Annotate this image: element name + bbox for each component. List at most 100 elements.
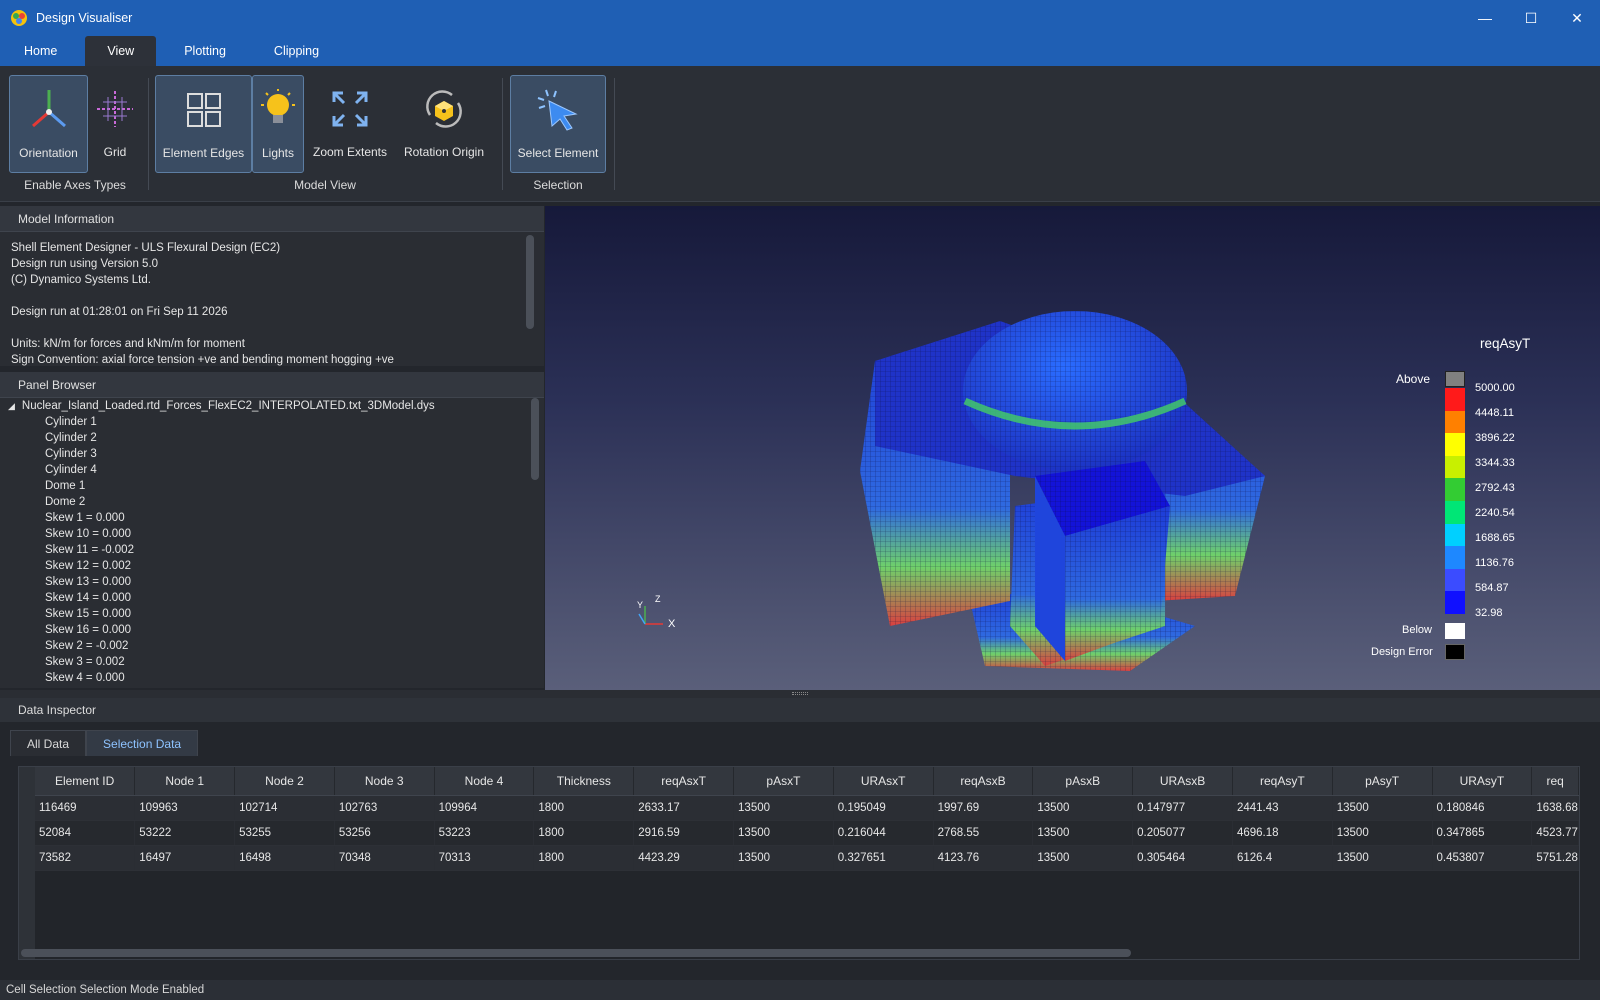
table-cell[interactable]: 116469: [35, 795, 136, 821]
tree-root-item[interactable]: ◢ Nuclear_Island_Loaded.rtd_Forces_FlexEC…: [0, 398, 544, 414]
table-cell[interactable]: 6126.4: [1232, 845, 1333, 871]
tree-item[interactable]: Skew 2 = -0.002: [0, 638, 544, 654]
table-cell[interactable]: 0.327651: [833, 845, 934, 871]
table-cell[interactable]: 1997.69: [933, 795, 1034, 821]
table-row[interactable]: 116469 109963 102714 102763 109964 1800 2633.1…: [35, 795, 1579, 821]
table-cell[interactable]: 109964: [434, 795, 535, 821]
tree-item[interactable]: Skew 12 = 0.002: [0, 558, 544, 574]
table-cell[interactable]: 70348: [334, 845, 435, 871]
lights-button[interactable]: Lights: [252, 75, 304, 173]
tree-item[interactable]: Dome 1: [0, 478, 544, 494]
table-cell[interactable]: 16497: [134, 845, 236, 871]
table-cell[interactable]: 70313: [434, 845, 535, 871]
data-grid[interactable]: Element ID Node 1 Node 2 Node 3 Node 4 Thickn…: [18, 766, 1580, 960]
tree-item[interactable]: Cylinder 4: [0, 462, 544, 478]
tree-item[interactable]: Skew 11 = -0.002: [0, 542, 544, 558]
column-header[interactable]: Node 2: [234, 767, 335, 796]
column-header[interactable]: URAsxT: [833, 767, 934, 796]
table-cell[interactable]: 4696.18: [1232, 820, 1333, 846]
column-header[interactable]: Node 3: [334, 767, 435, 796]
tab-selection-data[interactable]: Selection Data: [86, 730, 199, 756]
table-cell[interactable]: 1800: [533, 820, 635, 846]
tree-item[interactable]: Cylinder 1: [0, 414, 544, 430]
table-cell[interactable]: 102763: [334, 795, 435, 821]
table-cell[interactable]: 0.147977: [1132, 795, 1233, 821]
tree-item[interactable]: Cylinder 3: [0, 446, 544, 462]
tree-item[interactable]: Skew 13 = 0.000: [0, 574, 544, 590]
table-cell[interactable]: 0.305464: [1132, 845, 1233, 871]
tab-clipping[interactable]: Clipping: [250, 36, 343, 66]
3d-viewport[interactable]: X Y Z reqAsyT Above 5000.00 4448.11 3896.2…: [545, 206, 1600, 690]
column-header[interactable]: pAsyT: [1332, 767, 1433, 796]
3d-model-render[interactable]: [545, 206, 1600, 690]
column-header[interactable]: URAsxB: [1132, 767, 1233, 796]
browser-scrollbar[interactable]: [531, 398, 539, 480]
table-cell[interactable]: 1638.68: [1531, 795, 1579, 821]
column-header[interactable]: reqAsxB: [933, 767, 1034, 796]
table-cell[interactable]: 13500: [1032, 820, 1134, 846]
tab-home[interactable]: Home: [0, 36, 81, 66]
select-element-button[interactable]: Select Element: [510, 75, 606, 173]
table-cell[interactable]: 4123.76: [933, 845, 1034, 871]
tab-plotting[interactable]: Plotting: [160, 36, 250, 66]
table-cell[interactable]: 2441.43: [1232, 795, 1333, 821]
tree-item[interactable]: Dome 2: [0, 494, 544, 510]
table-cell[interactable]: 109963: [134, 795, 236, 821]
tree-item[interactable]: Cylinder 2: [0, 430, 544, 446]
chevron-down-icon[interactable]: ◢: [8, 401, 15, 411]
table-cell[interactable]: 13500: [1332, 820, 1433, 846]
table-cell[interactable]: 16498: [234, 845, 335, 871]
orientation-button[interactable]: Orientation: [9, 75, 88, 173]
close-button[interactable]: ✕: [1554, 0, 1600, 36]
minimize-button[interactable]: —: [1462, 0, 1508, 36]
table-cell[interactable]: 53222: [134, 820, 236, 846]
tree-item[interactable]: Skew 4 = 0.000: [0, 670, 544, 686]
table-cell[interactable]: 53255: [234, 820, 335, 846]
grid-horizontal-scrollbar[interactable]: [21, 949, 1131, 957]
splitter-grip-icon[interactable]: [792, 692, 808, 695]
table-cell[interactable]: 0.216044: [833, 820, 934, 846]
table-cell[interactable]: 13500: [733, 845, 834, 871]
table-cell[interactable]: 4523.77: [1531, 820, 1579, 846]
column-header[interactable]: reqAsxT: [633, 767, 735, 796]
table-cell[interactable]: 4423.29: [633, 845, 735, 871]
table-cell[interactable]: 2633.17: [633, 795, 735, 821]
column-header[interactable]: pAsxB: [1032, 767, 1134, 796]
grid-button[interactable]: Grid: [90, 75, 140, 173]
table-cell[interactable]: 73582: [35, 845, 136, 871]
table-cell[interactable]: 13500: [1332, 795, 1433, 821]
tree-item[interactable]: Skew 1 = 0.000: [0, 510, 544, 526]
table-cell[interactable]: 53256: [334, 820, 435, 846]
info-scrollbar[interactable]: [526, 235, 534, 329]
tree-item[interactable]: Skew 15 = 0.000: [0, 606, 544, 622]
table-cell[interactable]: 102714: [234, 795, 335, 821]
table-cell[interactable]: 53223: [434, 820, 535, 846]
table-cell[interactable]: 0.180846: [1432, 795, 1533, 821]
element-edges-button[interactable]: Element Edges: [155, 75, 252, 173]
table-row[interactable]: 52084 53222 53255 53256 53223 1800 2916.59 1350…: [35, 820, 1579, 846]
table-cell[interactable]: 0.205077: [1132, 820, 1233, 846]
tree-item[interactable]: Skew 10 = 0.000: [0, 526, 544, 542]
column-header[interactable]: req: [1531, 767, 1579, 796]
table-cell[interactable]: 0.347865: [1432, 820, 1533, 846]
column-header[interactable]: Node 1: [134, 767, 236, 796]
maximize-button[interactable]: ☐: [1508, 0, 1554, 36]
table-cell[interactable]: 13500: [733, 820, 834, 846]
column-header[interactable]: Thickness: [533, 767, 635, 796]
zoom-extents-button[interactable]: Zoom Extents: [306, 75, 394, 173]
table-cell[interactable]: 0.195049: [833, 795, 934, 821]
rotation-origin-button[interactable]: Rotation Origin: [398, 75, 490, 173]
table-cell[interactable]: 2768.55: [933, 820, 1034, 846]
table-cell[interactable]: 1800: [533, 795, 635, 821]
table-cell[interactable]: 1800: [533, 845, 635, 871]
column-header[interactable]: reqAsyT: [1232, 767, 1333, 796]
table-cell[interactable]: 2916.59: [633, 820, 735, 846]
table-row[interactable]: 73582 16497 16498 70348 70313 1800 4423.29 1350…: [35, 845, 1579, 871]
tab-view[interactable]: View: [85, 36, 157, 66]
column-header[interactable]: Element ID: [35, 767, 136, 796]
column-header[interactable]: Node 4: [434, 767, 535, 796]
table-cell[interactable]: 13500: [1332, 845, 1433, 871]
table-cell[interactable]: 13500: [1032, 845, 1134, 871]
tree-item[interactable]: Skew 3 = 0.002: [0, 654, 544, 670]
table-cell[interactable]: 13500: [1032, 795, 1134, 821]
